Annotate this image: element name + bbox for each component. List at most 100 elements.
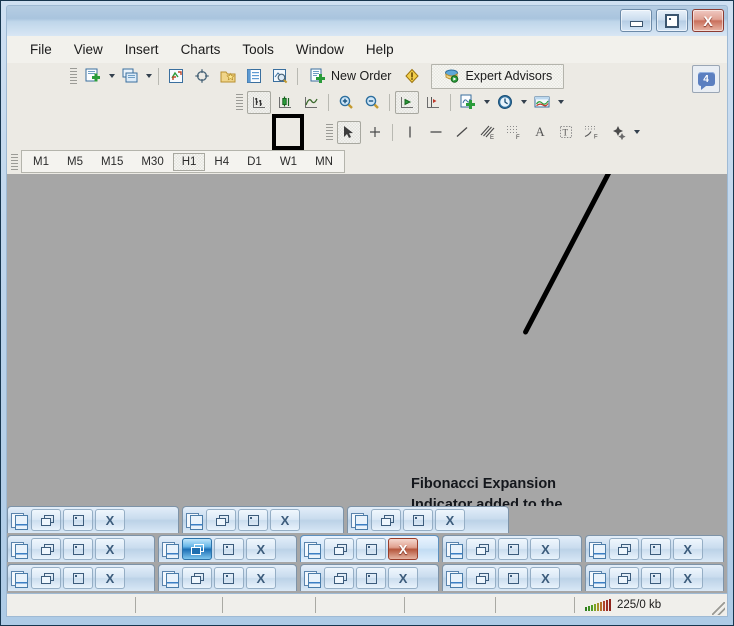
timeframe-d1[interactable]: D1: [238, 153, 271, 171]
equidistant-channel-button[interactable]: E: [476, 121, 500, 144]
chart-window-bar[interactable]: X: [7, 564, 155, 591]
period-button[interactable]: [493, 91, 517, 114]
text-button[interactable]: A: [528, 121, 552, 144]
resize-grip[interactable]: [712, 602, 725, 615]
close-button[interactable]: X: [530, 538, 560, 560]
minimize-button[interactable]: [214, 567, 244, 589]
arrows-button[interactable]: [606, 121, 630, 144]
auto-scroll-button[interactable]: [395, 91, 419, 114]
maximize-button[interactable]: [656, 9, 688, 32]
close-button[interactable]: X: [692, 9, 724, 32]
chart-window-bar[interactable]: X: [158, 535, 297, 562]
restore-button[interactable]: [371, 509, 401, 531]
minimize-button[interactable]: [620, 9, 652, 32]
chart-window-bar[interactable]: X: [442, 564, 581, 591]
timeframe-h4[interactable]: H4: [205, 153, 238, 171]
close-button[interactable]: X: [435, 509, 465, 531]
timeframe-m1[interactable]: M1: [24, 153, 58, 171]
navigator-button[interactable]: [216, 65, 240, 88]
arrows-dropdown[interactable]: [631, 122, 642, 143]
close-button[interactable]: X: [673, 538, 703, 560]
restore-button[interactable]: [609, 567, 639, 589]
minimize-button[interactable]: [498, 538, 528, 560]
chart-window-bar[interactable]: X: [585, 564, 724, 591]
restore-button[interactable]: [31, 567, 61, 589]
toolbar-grip[interactable]: [11, 153, 18, 171]
minimize-button[interactable]: [63, 509, 93, 531]
menu-window[interactable]: Window: [285, 39, 355, 60]
chart-window-bar[interactable]: X: [182, 506, 344, 533]
cursor-button[interactable]: [337, 121, 361, 144]
bar-chart-button[interactable]: [247, 91, 271, 114]
minimize-button[interactable]: [63, 567, 93, 589]
close-button[interactable]: X: [95, 509, 125, 531]
minimize-button[interactable]: [63, 538, 93, 560]
close-button[interactable]: X: [530, 567, 560, 589]
terminal-button[interactable]: [242, 65, 266, 88]
chart-window-bar[interactable]: X: [300, 535, 439, 562]
indicators-dropdown[interactable]: [481, 92, 492, 113]
minimize-button[interactable]: [641, 567, 671, 589]
chart-window-bar[interactable]: X: [442, 535, 581, 562]
chart-window-bar[interactable]: X: [585, 535, 724, 562]
minimize-button[interactable]: [214, 538, 244, 560]
restore-button[interactable]: [324, 538, 354, 560]
timeframe-m15[interactable]: M15: [92, 153, 132, 171]
horizontal-line-button[interactable]: [424, 121, 448, 144]
minimize-button[interactable]: [641, 538, 671, 560]
close-button[interactable]: X: [270, 509, 300, 531]
profiles-dropdown[interactable]: [143, 66, 154, 87]
minimize-button[interactable]: [356, 567, 386, 589]
new-order-button[interactable]: New Order: [303, 65, 398, 88]
period-dropdown[interactable]: [518, 92, 529, 113]
close-button[interactable]: X: [246, 538, 276, 560]
restore-button[interactable]: [466, 538, 496, 560]
restore-button[interactable]: [182, 567, 212, 589]
chart-workspace[interactable]: Fibonacci Expansion Indicator added to t…: [6, 174, 728, 506]
timeframe-h1[interactable]: H1: [173, 153, 206, 171]
restore-button[interactable]: [466, 567, 496, 589]
fibonacci-retracement-button[interactable]: F: [502, 121, 526, 144]
line-chart-button[interactable]: [299, 91, 323, 114]
restore-button[interactable]: [182, 538, 212, 560]
toolbar-grip[interactable]: [326, 123, 333, 141]
restore-button[interactable]: [609, 538, 639, 560]
alert-button[interactable]: [400, 65, 424, 88]
trendline-button[interactable]: [450, 121, 474, 144]
close-button[interactable]: X: [388, 538, 418, 560]
restore-button[interactable]: [206, 509, 236, 531]
menu-help[interactable]: Help: [355, 39, 405, 60]
expert-advisors-button[interactable]: Expert Advisors: [436, 65, 559, 88]
vertical-line-button[interactable]: [398, 121, 422, 144]
new-chart-dropdown[interactable]: [106, 66, 117, 87]
close-button[interactable]: X: [673, 567, 703, 589]
menu-file[interactable]: File: [19, 39, 63, 60]
menu-view[interactable]: View: [63, 39, 114, 60]
market-watch-button[interactable]: [164, 65, 188, 88]
fibonacci-expansion-button[interactable]: F: [580, 121, 604, 144]
chart-window-bar[interactable]: X: [300, 564, 439, 591]
minimize-button[interactable]: [403, 509, 433, 531]
restore-button[interactable]: [31, 538, 61, 560]
toolbar-grip[interactable]: [236, 93, 243, 111]
minimize-button[interactable]: [238, 509, 268, 531]
close-button[interactable]: X: [95, 538, 125, 560]
minimize-button[interactable]: [356, 538, 386, 560]
zoom-out-button[interactable]: [360, 91, 384, 114]
close-button[interactable]: X: [246, 567, 276, 589]
data-window-button[interactable]: [190, 65, 214, 88]
timeframe-m5[interactable]: M5: [58, 153, 92, 171]
restore-button[interactable]: [324, 567, 354, 589]
new-chart-button[interactable]: [81, 65, 105, 88]
candlestick-chart-button[interactable]: [273, 91, 297, 114]
timeframe-m30[interactable]: M30: [132, 153, 172, 171]
chart-window-bar[interactable]: X: [158, 564, 297, 591]
timeframe-w1[interactable]: W1: [271, 153, 306, 171]
indicators-button[interactable]: [456, 91, 480, 114]
zoom-in-button[interactable]: [334, 91, 358, 114]
templates-dropdown[interactable]: [555, 92, 566, 113]
text-label-button[interactable]: T: [554, 121, 578, 144]
strategy-tester-button[interactable]: [268, 65, 292, 88]
restore-button[interactable]: [31, 509, 61, 531]
chart-shift-button[interactable]: [421, 91, 445, 114]
